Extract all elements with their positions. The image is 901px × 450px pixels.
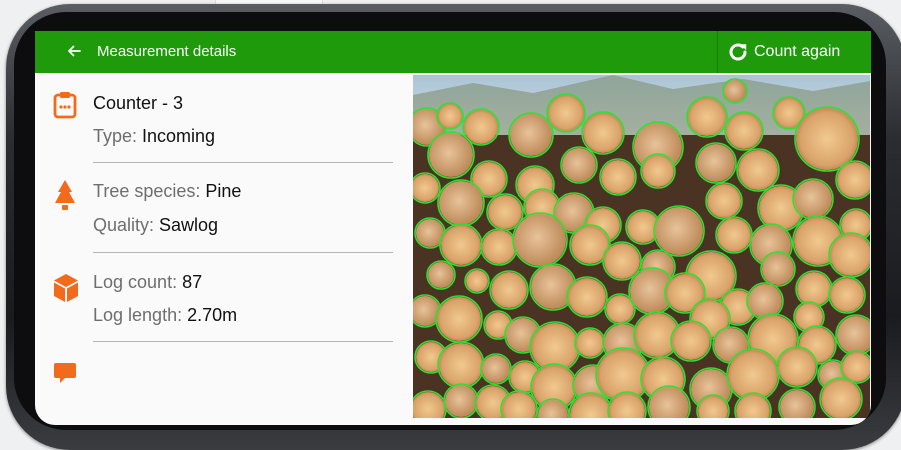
log-end: [655, 207, 703, 255]
log-end: [568, 278, 606, 316]
app-bar: Measurement details Count again: [35, 31, 871, 73]
log-pile-image: [413, 75, 870, 418]
log-count-label: Log count:: [93, 272, 183, 292]
species-value: Pine: [205, 181, 242, 201]
refresh-icon: [729, 43, 747, 61]
log-end: [762, 253, 794, 285]
log-end: [445, 385, 477, 417]
log-end: [796, 108, 858, 170]
app-screen: Measurement details Count again Counter …: [35, 31, 871, 425]
log-end: [428, 262, 454, 288]
quality-value: Sawlog: [159, 215, 219, 235]
count-again-label: Count again: [754, 43, 841, 60]
log-end: [466, 270, 488, 292]
cube-icon: [53, 273, 79, 308]
log-end: [726, 113, 762, 149]
log-end: [514, 214, 566, 266]
log-end: [439, 181, 483, 225]
quality-line: Quality: Sawlog: [93, 215, 218, 236]
log-end: [830, 278, 864, 312]
log-end: [797, 272, 831, 306]
log-end: [548, 95, 584, 131]
comment-icon[interactable]: [53, 361, 77, 390]
log-end: [510, 114, 552, 156]
counter-type: Type: Incoming: [93, 126, 215, 147]
log-end: [778, 348, 816, 386]
log-end: [697, 144, 735, 182]
species-line: Tree species: Pine: [93, 181, 241, 202]
species-label: Tree species:: [93, 181, 206, 201]
log-end: [583, 113, 623, 153]
arrow-left-icon: [68, 45, 81, 57]
log-end: [488, 195, 522, 229]
divider: [93, 252, 393, 253]
log-end: [688, 98, 726, 136]
back-button[interactable]: [63, 40, 85, 62]
measurement-details-panel: Counter - 3 Type: Incoming Tree species:…: [35, 73, 413, 425]
log-end: [438, 104, 462, 128]
counter-title: Counter - 3: [93, 93, 184, 113]
log-end: [491, 272, 527, 308]
log-count-line: Log count: 87: [93, 272, 202, 293]
log-end: [748, 284, 782, 318]
log-end: [821, 379, 861, 418]
count-again-button[interactable]: Count again: [725, 31, 871, 73]
log-end: [464, 110, 498, 144]
type-value: Incoming: [142, 126, 216, 146]
log-end: [717, 218, 751, 252]
divider: [93, 162, 393, 163]
log-end: [482, 230, 516, 264]
log-end: [576, 329, 604, 357]
app-bar-divider: [717, 31, 718, 73]
type-label: Type:: [93, 126, 143, 146]
log-end: [601, 160, 635, 194]
log-pile-photo: [413, 75, 870, 418]
log-count-value: 87: [182, 272, 203, 292]
log-end: [482, 355, 510, 383]
log-end: [562, 148, 596, 182]
log-end: [794, 180, 832, 218]
log-end: [738, 150, 778, 190]
log-end: [604, 243, 640, 279]
log-length-line: Log length: 2.70m: [93, 305, 237, 326]
log-end: [429, 133, 473, 177]
log-end: [642, 155, 674, 187]
log-end: [724, 80, 746, 102]
log-length-value: 2.70m: [187, 305, 238, 325]
log-end: [707, 184, 741, 218]
log-end: [437, 297, 481, 341]
log-end: [439, 343, 483, 387]
log-length-label: Log length:: [93, 305, 188, 325]
tree-icon: [53, 179, 77, 218]
log-end: [672, 322, 710, 360]
log-end: [441, 225, 481, 265]
quality-label: Quality:: [93, 215, 160, 235]
divider: [93, 341, 393, 342]
page-title: Measurement details: [97, 43, 237, 60]
clipboard-icon: [53, 91, 77, 124]
